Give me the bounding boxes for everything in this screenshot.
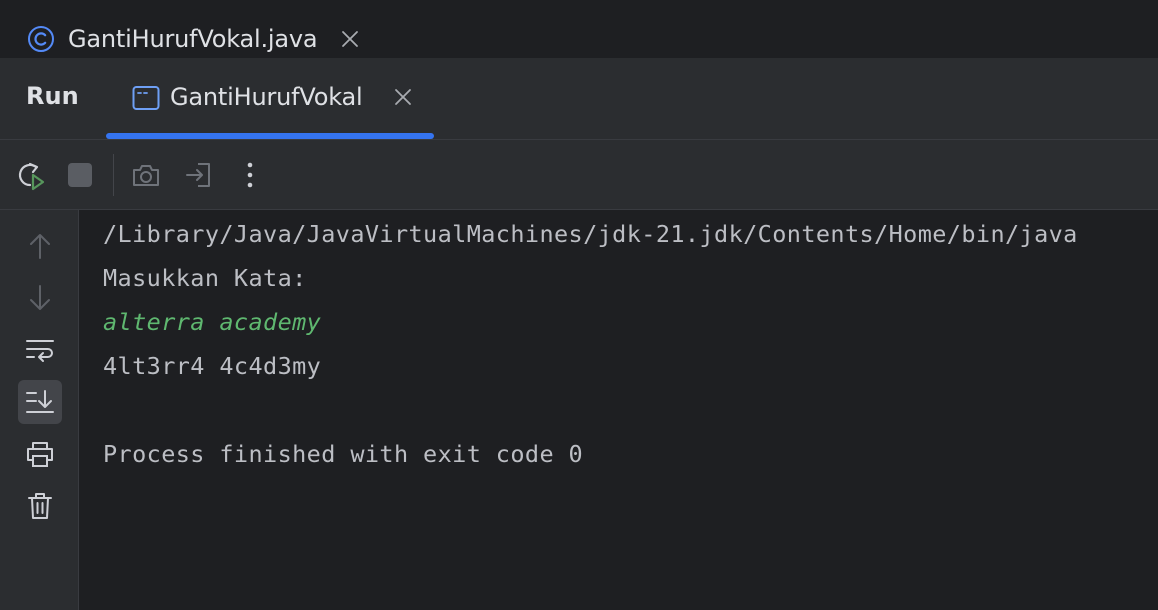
arrow-up-icon[interactable] [18, 224, 62, 268]
run-panel-title: Run [26, 82, 79, 110]
console-line-exit-status: Process finished with exit code 0 [103, 440, 584, 468]
print-icon[interactable] [18, 432, 62, 476]
editor-tab-label: GantiHurufVokal.java [68, 25, 318, 53]
class-c-icon [26, 24, 56, 54]
console-line-prompt: Masukkan Kata: [103, 264, 307, 292]
console-line-command: /Library/Java/JavaVirtualMachines/jdk-21… [103, 220, 1078, 248]
console-line-user-input: alterra academy [103, 308, 322, 336]
run-tab-gantihurufvokal[interactable]: GantiHurufVokal [106, 58, 434, 140]
console-line-output: 4lt3rr4 4c4d3my [103, 352, 322, 380]
login-icon[interactable] [179, 155, 219, 195]
console-output[interactable]: /Library/Java/JavaVirtualMachines/jdk-21… [79, 210, 1158, 610]
stop-icon[interactable] [60, 155, 100, 195]
toolbar-separator [113, 154, 114, 196]
trash-icon[interactable] [18, 484, 62, 528]
active-tab-indicator [106, 133, 434, 139]
close-icon[interactable] [339, 28, 361, 50]
soft-wrap-icon[interactable] [18, 328, 62, 372]
close-icon[interactable] [394, 88, 416, 110]
run-tool-window-header: Run GantiHurufVokal [0, 58, 1158, 140]
run-toolbar [0, 140, 1158, 210]
arrow-down-icon[interactable] [18, 276, 62, 320]
editor-tab-gantihurufvokal-java[interactable]: GantiHurufVokal.java [26, 22, 361, 56]
camera-icon[interactable] [126, 155, 166, 195]
rerun-icon[interactable] [10, 155, 50, 195]
console-gutter [0, 210, 79, 610]
editor-tab-bar: GantiHurufVokal.java [0, 0, 1158, 58]
run-tab-label: GantiHurufVokal [170, 83, 363, 111]
more-vertical-icon[interactable] [230, 155, 270, 195]
console-icon [132, 85, 160, 111]
scroll-to-end-icon[interactable] [18, 380, 62, 424]
